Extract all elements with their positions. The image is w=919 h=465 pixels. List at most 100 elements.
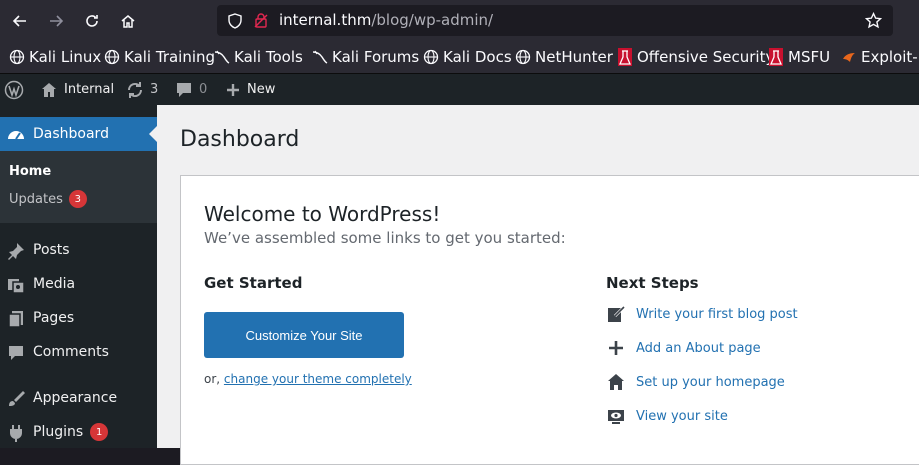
customize-site-button[interactable]: Customize Your Site — [204, 312, 404, 358]
plugins-badge: 1 — [90, 423, 109, 441]
bookmark-label: Kali Docs — [443, 48, 512, 66]
url-text: internal.thm/blog/wp-admin/ — [279, 11, 493, 29]
bookmark-label: Kali Training — [124, 48, 216, 66]
bookmark-exploit-db[interactable]: Exploit-D — [841, 47, 919, 67]
bookmarks-toolbar: Kali Linux Kali Training Kali Tools Kali… — [0, 41, 919, 74]
welcome-panel: Welcome to WordPress! We’ve assembled so… — [180, 175, 919, 465]
home-icon — [42, 82, 56, 97]
comment-icon — [177, 82, 191, 97]
sidebar-item-media[interactable]: Media — [0, 267, 157, 301]
url-bar[interactable]: internal.thm/blog/wp-admin/ — [217, 5, 893, 36]
view-icon — [606, 406, 626, 426]
step-label: Add an About page — [636, 340, 761, 356]
home-button[interactable] — [116, 9, 140, 33]
home-icon — [606, 372, 626, 392]
bookmark-kali-training[interactable]: Kali Training — [104, 47, 215, 67]
reload-icon — [86, 15, 98, 27]
kali-dragon-icon — [214, 50, 230, 64]
step-write-post[interactable]: Write your first blog post — [606, 303, 798, 325]
sidebar-item-label: Plugins — [33, 424, 84, 440]
forward-arrow-icon — [50, 15, 64, 27]
step-setup-homepage[interactable]: Set up your homepage — [606, 371, 785, 393]
sidebar-item-appearance[interactable]: Appearance — [0, 381, 157, 415]
reload-button[interactable] — [80, 9, 104, 33]
new-content-menu[interactable]: New — [225, 74, 275, 105]
url-host: internal.thm — [279, 11, 372, 29]
updates-count: 3 — [150, 82, 159, 97]
bookmark-label: NetHunter — [535, 48, 613, 66]
pages-icon — [6, 309, 26, 329]
next-steps-heading: Next Steps — [606, 274, 699, 292]
comments-menu[interactable]: 0 — [175, 74, 207, 105]
welcome-about: We’ve assembled some links to get you st… — [204, 229, 566, 247]
browser-toolbar: internal.thm/blog/wp-admin/ — [0, 0, 919, 41]
wordpress-logo-icon — [4, 80, 24, 99]
insecure-lock-icon[interactable] — [253, 12, 269, 29]
site-name: Internal — [64, 82, 115, 97]
offsec-icon — [618, 48, 632, 66]
new-label: New — [247, 82, 276, 97]
pushpin-icon — [6, 241, 26, 261]
or-text: or, — [204, 372, 221, 386]
bookmark-label: MSFU — [788, 48, 831, 66]
sidebar-item-label: Media — [33, 276, 76, 292]
change-theme-link[interactable]: change your theme completely — [224, 372, 412, 386]
site-name-menu[interactable]: Internal — [40, 74, 114, 105]
plus-icon — [227, 83, 239, 96]
change-theme-text: or, change your theme completely — [204, 372, 412, 386]
forward-button[interactable] — [44, 9, 68, 33]
bookmark-kali-tools[interactable]: Kali Tools — [214, 47, 303, 67]
sidebar-item-label: Comments — [33, 344, 109, 360]
submenu-home[interactable]: Home — [9, 164, 51, 179]
edit-icon — [606, 304, 626, 324]
sidebar-item-posts[interactable]: Posts — [0, 233, 157, 267]
paintbrush-icon — [6, 389, 26, 409]
bookmark-nethunter[interactable]: NetHunter — [515, 47, 613, 67]
sidebar-item-label: Dashboard — [33, 126, 109, 142]
bookmark-label: Offensive Security — [637, 48, 775, 66]
get-started-heading: Get Started — [204, 274, 303, 292]
bookmark-kali-forums[interactable]: Kali Forums — [312, 47, 419, 67]
submenu-label: Updates — [9, 191, 63, 207]
sidebar-item-plugins[interactable]: Plugins 1 — [0, 415, 157, 449]
dashboard-submenu: Home Updates 3 — [0, 151, 157, 223]
back-arrow-icon — [12, 15, 26, 27]
admin-sidebar: Dashboard Home Updates 3 Posts Media Pag… — [0, 105, 157, 448]
back-button[interactable] — [8, 9, 32, 33]
bookmark-offensive-security[interactable]: Offensive Security — [617, 47, 774, 67]
globe-icon — [423, 49, 439, 65]
sidebar-item-label: Pages — [33, 310, 75, 326]
sidebar-item-comments[interactable]: Comments — [0, 335, 157, 369]
step-view-site[interactable]: View your site — [606, 405, 728, 427]
step-add-about-page[interactable]: Add an About page — [606, 337, 761, 359]
bookmark-kali-linux[interactable]: Kali Linux — [9, 47, 101, 67]
media-icon — [6, 275, 26, 295]
wp-logo-menu[interactable] — [4, 74, 24, 105]
bookmark-star-icon[interactable] — [865, 12, 882, 29]
comments-count: 0 — [199, 82, 208, 97]
globe-icon — [9, 49, 25, 65]
sidebar-item-dashboard[interactable]: Dashboard — [0, 117, 157, 151]
home-icon — [121, 15, 135, 28]
dashboard-gauge-icon — [8, 131, 24, 140]
globe-icon — [515, 49, 531, 65]
page-title: Dashboard — [180, 127, 300, 152]
step-label: Write your first blog post — [636, 306, 798, 322]
bookmark-msfu[interactable]: MSFU — [768, 47, 830, 67]
main-content: Dashboard Welcome to WordPress! We’ve as… — [157, 105, 919, 465]
plugin-icon — [6, 423, 26, 443]
sidebar-item-pages[interactable]: Pages — [0, 301, 157, 335]
offsec-icon — [769, 48, 783, 66]
updates-menu[interactable]: 3 — [126, 74, 158, 105]
wp-admin-bar: Internal 3 0 New — [0, 74, 919, 105]
updates-icon — [127, 81, 143, 98]
submenu-label: Home — [9, 164, 52, 179]
bookmark-kali-docs[interactable]: Kali Docs — [423, 47, 512, 67]
sidebar-item-label-wrap: Plugins 1 — [33, 423, 109, 441]
updates-badge: 3 — [68, 190, 87, 208]
welcome-title: Welcome to WordPress! — [204, 202, 441, 226]
bookmark-label: Kali Tools — [234, 48, 303, 66]
bookmark-label: Exploit-D — [861, 48, 919, 66]
shield-icon[interactable] — [227, 13, 243, 29]
submenu-updates[interactable]: Updates 3 — [9, 190, 87, 208]
